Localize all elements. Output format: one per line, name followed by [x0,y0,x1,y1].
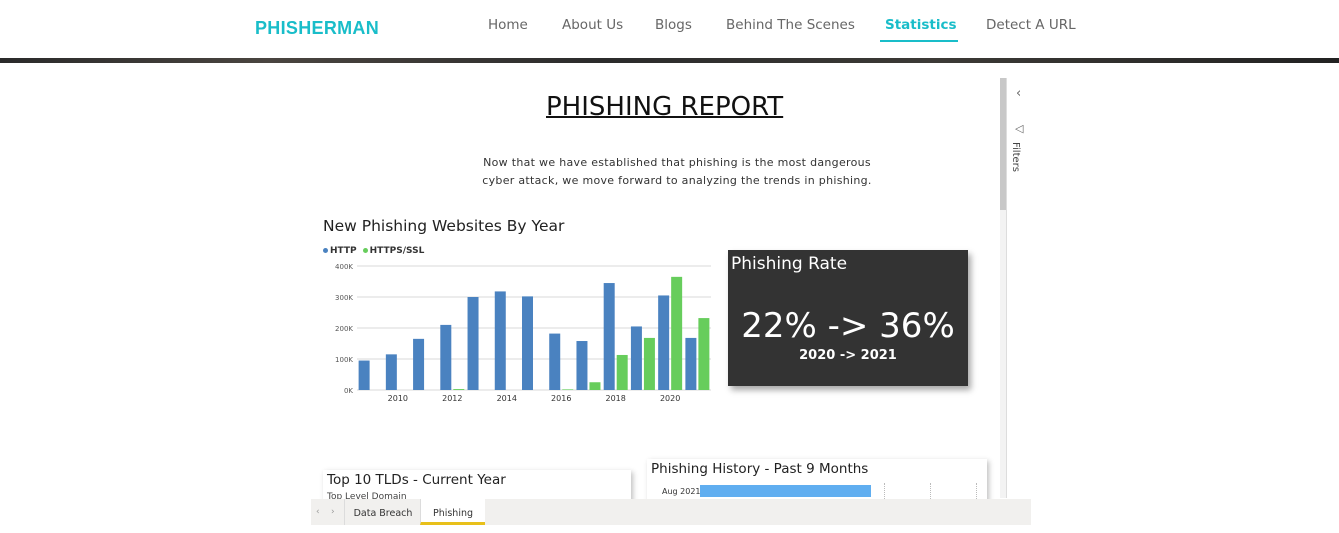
phishing-rate-card: Phishing Rate 22% -> 36% 2020 -> 2021 [728,250,968,386]
bar-http-2021 [685,337,697,390]
chart-legend: HTTP HTTPS/SSL [323,246,424,256]
nav-detect-a-url[interactable]: Detect A URL [986,17,1076,33]
filter-icon: ◁ [1015,122,1024,135]
report-intro: Now that we have established that phishi… [461,154,893,190]
kpi-title: Phishing Rate [731,254,848,274]
y-tick-label: 400K [335,263,353,271]
bar-http-2019 [630,326,642,390]
x-tick-label: 2020 [660,394,680,403]
bar-http-2010 [385,354,397,390]
bar-http-2013 [467,297,479,390]
main-nav: Home About Us Blogs Behind The Scenes St… [0,17,1339,47]
bar-http-2018 [603,283,615,390]
bar-https-ssl-2012 [453,389,465,390]
bar-https-ssl-2017 [589,382,601,390]
y-tick-label: 200K [335,325,353,333]
bar-http-2015 [522,296,533,390]
bar-http-2017 [576,341,588,390]
x-tick-label: 2010 [388,394,408,403]
report-intro-line-1: Now that we have established that phishi… [483,156,871,169]
tab-next-icon[interactable]: › [331,507,335,517]
top-navigation: PHISHERMAN Home About Us Blogs Behind Th… [0,0,1339,58]
bar-chart: 0K 100K 200K 300K 400K 2010 2012 2014 2016 2018 20… [335,263,711,403]
nav-blogs[interactable]: Blogs [655,17,692,33]
bar-https-ssl-2016 [562,389,574,390]
bar-http-2011 [413,338,425,390]
tab-data-breach[interactable]: Data Breach [344,499,421,525]
bar-https-ssl-2021 [698,318,710,390]
bar-https-ssl-2020 [671,276,683,390]
nav-home[interactable]: Home [488,17,528,33]
bar-http-2020 [658,295,670,390]
history-row-label: Aug 2021 [662,487,701,496]
y-tick-label: 0K [344,387,353,395]
x-tick-label: 2014 [497,394,517,403]
bar-http-2012 [440,324,452,390]
legend-item-https[interactable]: HTTPS/SSL [362,246,425,256]
nav-statistics[interactable]: Statistics [885,17,957,33]
x-tick-label: 2016 [551,394,571,403]
tld-tile-title: Top 10 TLDs - Current Year [327,472,506,488]
bar-http-2009 [358,360,370,390]
legend-dot-https [362,248,368,253]
y-tick-label: 300K [335,294,353,302]
filters-label: Filters [1010,142,1021,172]
kpi-subtitle: 2020 -> 2021 [799,348,897,363]
legend-label-http: HTTP [330,246,357,256]
embedded-report: PHISHING REPORT Now that we have establi… [311,78,1031,525]
kpi-value: 22% -> 36% [741,306,955,346]
nav-behind-the-scenes[interactable]: Behind The Scenes [726,17,855,33]
bar-https-ssl-2018 [616,354,628,390]
hero-image-strip [0,58,1339,63]
report-page-tabs: ‹ › Data Breach Phishing [311,499,1031,525]
legend-label-https: HTTPS/SSL [369,246,425,256]
x-tick-label: 2012 [442,394,462,403]
legend-dot-http [323,248,328,253]
report-title: PHISHING REPORT [546,92,784,122]
tab-phishing[interactable]: Phishing [420,499,485,525]
bar-http-2014 [494,291,506,390]
collapse-chevron-icon[interactable]: ‹ [1016,86,1021,101]
chart-title: New Phishing Websites By Year [323,217,565,235]
history-tile-title: Phishing History - Past 9 Months [651,461,869,477]
active-nav-indicator [880,40,958,42]
history-bar[interactable] [700,485,871,497]
bar-https-ssl-2019 [643,337,655,390]
tab-prev-icon[interactable]: ‹ [316,507,320,517]
filters-pane[interactable]: ‹ ◁ Filters [1006,78,1031,498]
legend-item-http[interactable]: HTTP [323,246,357,256]
bar-http-2016 [549,333,561,390]
x-tick-label: 2018 [606,394,626,403]
nav-about-us[interactable]: About Us [562,17,623,33]
report-intro-line-2: cyber attack, we move forward to analyzi… [482,174,872,187]
y-tick-label: 100K [335,356,353,364]
